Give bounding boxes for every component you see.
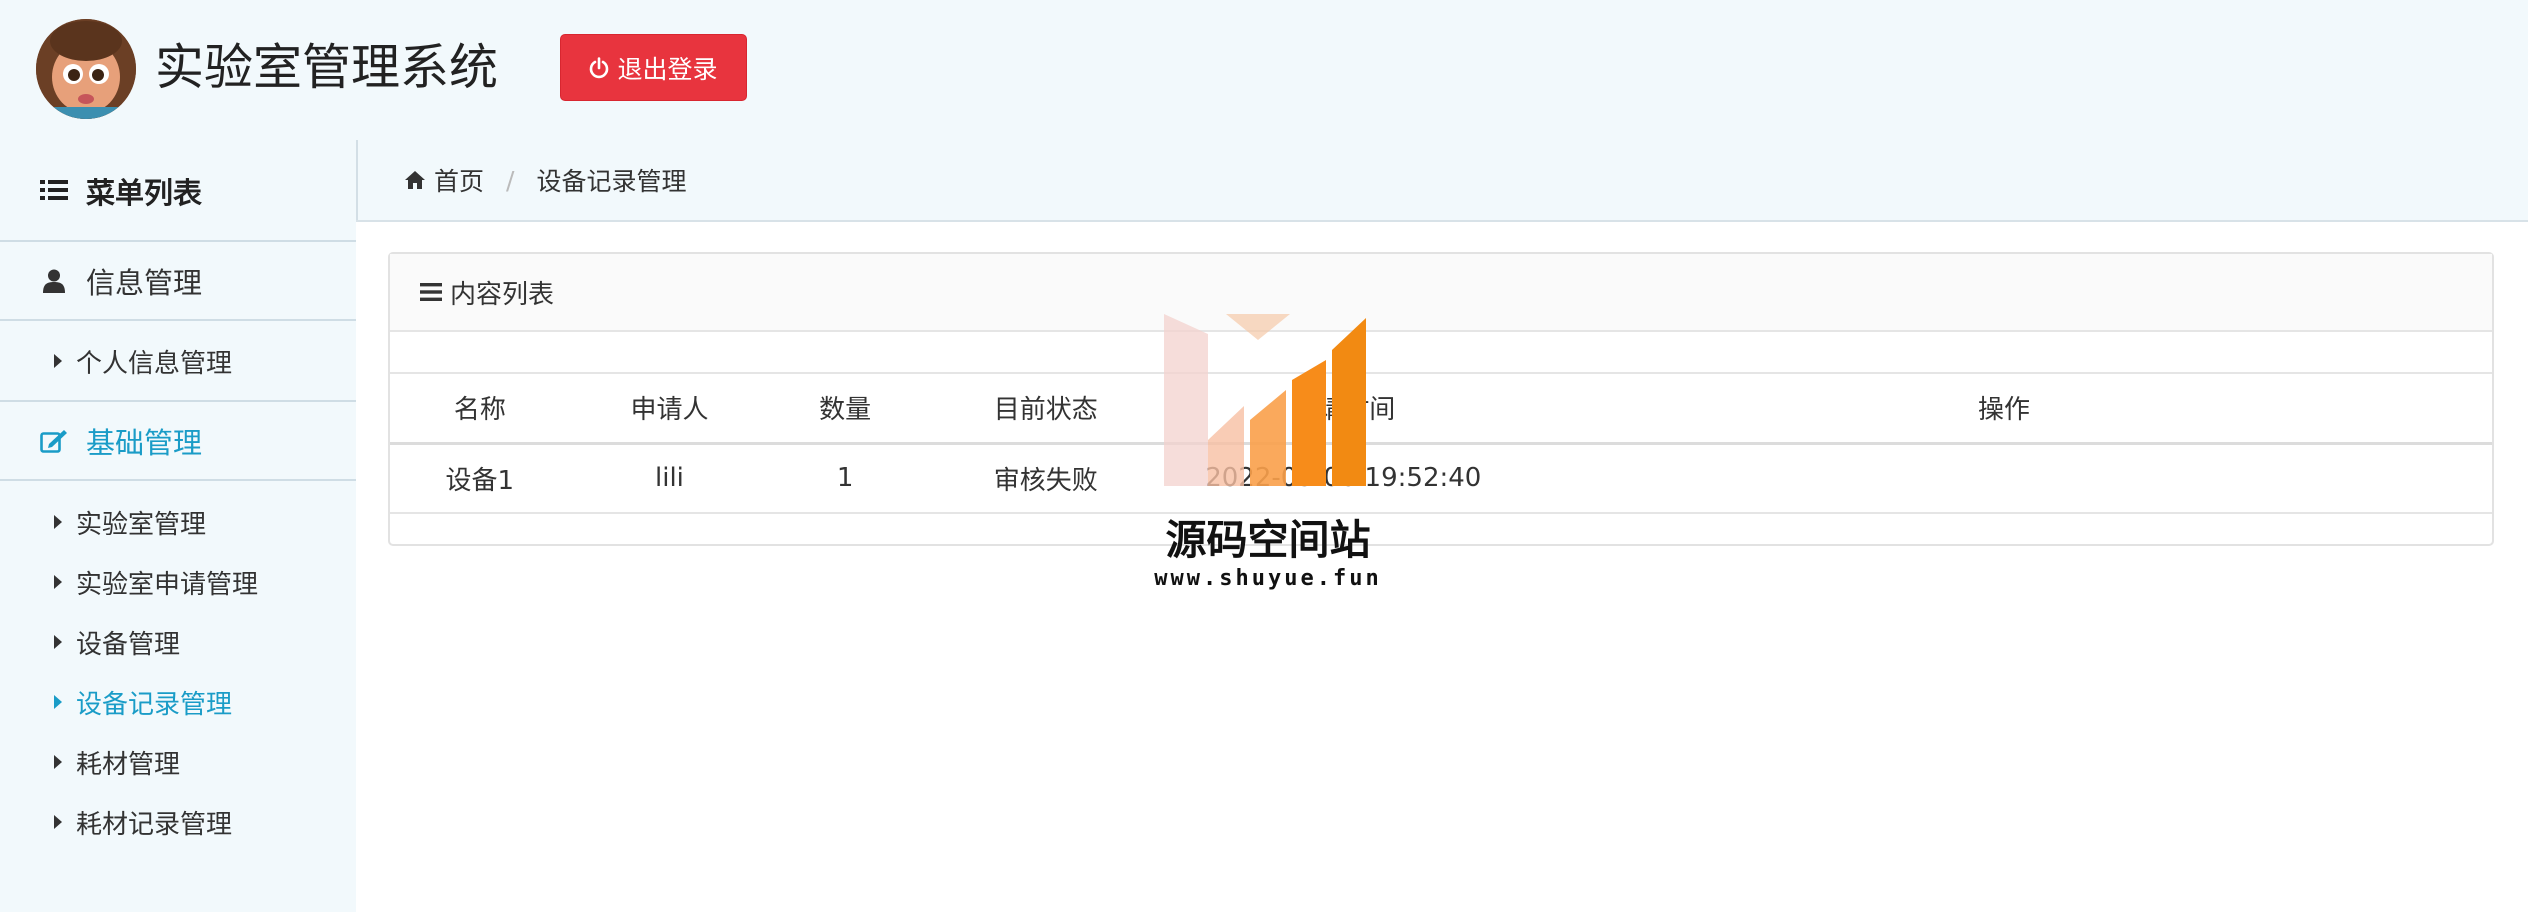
sidebar-group-label: 基础管理 [86, 426, 203, 460]
cell-name: 设备1 [445, 465, 515, 496]
sidebar-item-label: 实验室申请管理 [76, 569, 259, 600]
cell-action [1516, 443, 2492, 513]
column-header: 申请时间 [1291, 395, 1396, 426]
sidebar-item-personal-info[interactable]: 个人信息管理 [0, 333, 356, 389]
sidebar: 菜单列表 信息管理 个人信息管理 基础管理 实验室管理 实验室申请管理 设备管理… [0, 140, 358, 910]
edit-icon [40, 429, 68, 453]
breadcrumb-current: 设备记录管理 [536, 167, 687, 196]
list-icon [40, 174, 68, 208]
table-header-row: 名称 申请人 数量 目前状态 申请时间 操作 [390, 373, 2492, 443]
user-avatar[interactable] [36, 19, 136, 119]
breadcrumb: 首页 / 设备记录管理 [404, 158, 686, 202]
column-header: 数量 [819, 395, 872, 426]
sidebar-item-equipment-records[interactable]: 设备记录管理 [0, 674, 356, 730]
bars-icon [420, 283, 442, 301]
breadcrumb-separator: / [506, 165, 515, 195]
logout-label: 退出登录 [617, 54, 718, 84]
sidebar-item-consumable-records[interactable]: 耗材记录管理 [0, 794, 356, 850]
app-title: 实验室管理系统 [155, 39, 499, 96]
panel-header: 内容列表 [390, 254, 2492, 332]
column-header: 目前状态 [993, 395, 1098, 426]
caret-right-icon [54, 635, 62, 649]
sidebar-item-label: 个人信息管理 [76, 348, 233, 379]
user-icon [40, 269, 68, 293]
main-content: 内容列表 名称 申请人 数量 目前状态 申请时间 操作 设备1 lili 1 审… [356, 220, 2528, 912]
sidebar-item-label: 实验室管理 [76, 509, 207, 540]
sidebar-item-consumables[interactable]: 耗材管理 [0, 734, 356, 790]
cell-time: 2022-03-06 19:52:40 [1205, 463, 1482, 494]
caret-right-icon [54, 515, 62, 529]
divider [0, 240, 356, 242]
column-header: 操作 [1978, 395, 2031, 426]
column-header: 申请人 [630, 395, 709, 426]
sidebar-group-info[interactable]: 信息管理 [0, 243, 356, 319]
column-header: 名称 [453, 395, 506, 426]
divider [0, 319, 356, 321]
content-panel: 内容列表 名称 申请人 数量 目前状态 申请时间 操作 设备1 lili 1 审… [388, 252, 2494, 546]
sidebar-item-label: 设备记录管理 [76, 689, 233, 720]
table-row: 设备1 lili 1 审核失败 2022-03-06 19:52:40 [390, 443, 2492, 513]
sidebar-item-lab-application[interactable]: 实验室申请管理 [0, 554, 356, 610]
sidebar-group-basic[interactable]: 基础管理 [0, 403, 356, 479]
power-icon [590, 56, 609, 78]
cell-quantity: 1 [836, 463, 854, 494]
home-icon [405, 171, 425, 189]
menu-heading-label: 菜单列表 [86, 176, 203, 210]
sidebar-item-label: 设备管理 [76, 629, 181, 660]
logout-button[interactable]: 退出登录 [560, 34, 747, 101]
caret-right-icon [54, 755, 62, 769]
sidebar-item-label: 耗材管理 [76, 749, 181, 780]
sidebar-group-label: 信息管理 [86, 266, 203, 300]
divider [0, 400, 356, 402]
caret-right-icon [54, 815, 62, 829]
sidebar-item-label: 耗材记录管理 [76, 809, 233, 840]
records-table: 名称 申请人 数量 目前状态 申请时间 操作 设备1 lili 1 审核失败 2… [390, 372, 2492, 514]
sidebar-item-equipment[interactable]: 设备管理 [0, 614, 356, 670]
cell-status: 审核失败 [993, 465, 1098, 496]
cell-applicant: lili [655, 463, 684, 494]
divider [0, 479, 356, 481]
breadcrumb-home[interactable]: 首页 [434, 162, 484, 198]
caret-right-icon [54, 575, 62, 589]
menu-heading: 菜单列表 [0, 160, 356, 222]
caret-right-icon [54, 695, 62, 709]
sidebar-item-lab[interactable]: 实验室管理 [0, 494, 356, 550]
header: 实验室管理系统 退出登录 [0, 0, 2528, 140]
caret-right-icon [54, 354, 62, 368]
panel-title: 内容列表 [450, 279, 555, 310]
